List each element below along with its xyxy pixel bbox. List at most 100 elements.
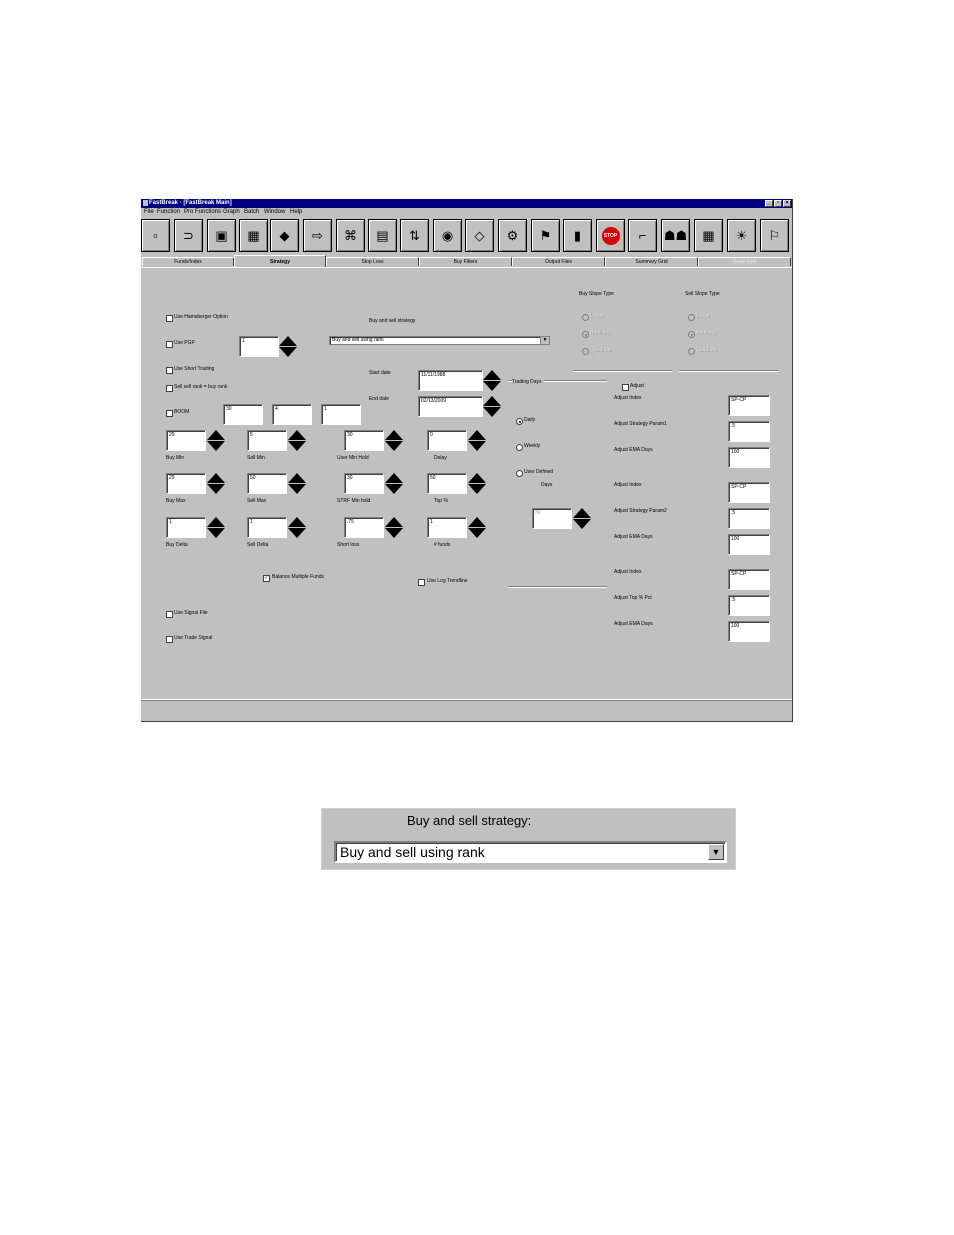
- sell-slope-radio-nonlinear[interactable]: [688, 331, 695, 338]
- tab-output-files[interactable]: Output Files: [512, 257, 605, 266]
- restore-button[interactable]: ▫: [774, 200, 782, 207]
- end-date-spinner[interactable]: [483, 396, 501, 417]
- boom-input-2[interactable]: 4: [272, 404, 312, 425]
- menu-pro-functions[interactable]: Pro Functions: [184, 208, 221, 217]
- new-toolbar-button[interactable]: ▫: [141, 219, 170, 252]
- menu-function[interactable]: Function: [157, 208, 180, 217]
- buy-max-input[interactable]: 29: [166, 473, 206, 494]
- open-toolbar-button[interactable]: ⊃: [174, 219, 203, 252]
- buy-slope-radio-linear[interactable]: [582, 314, 589, 321]
- menu-window[interactable]: Window: [264, 208, 285, 217]
- sell-rank-checkbox[interactable]: [166, 385, 173, 392]
- adjust-row-input[interactable]: 100: [728, 534, 770, 555]
- adjust-row-input[interactable]: 100: [728, 621, 770, 642]
- boom-input-3[interactable]: 1: [321, 404, 361, 425]
- adjust-row-input[interactable]: SP-CP: [728, 395, 770, 416]
- image-toolbar-button[interactable]: ▦: [239, 219, 268, 252]
- weekly-radio[interactable]: [516, 444, 523, 451]
- start-date-spinner[interactable]: [483, 370, 501, 391]
- pgp-spinner[interactable]: [279, 336, 297, 357]
- boom-input-1[interactable]: 30: [223, 404, 263, 425]
- gear-toolbar-button[interactable]: ⚙: [498, 219, 527, 252]
- user-defined-radio[interactable]: [516, 470, 523, 477]
- short-loss-spinner[interactable]: [385, 517, 403, 538]
- hamsberger-checkbox[interactable]: [166, 315, 173, 322]
- funds-input[interactable]: 1: [427, 517, 467, 538]
- sell-min-spinner[interactable]: [288, 430, 306, 451]
- sell-delta-spinner[interactable]: [288, 517, 306, 538]
- menu-file[interactable]: File: [144, 208, 154, 217]
- stop-toolbar-button[interactable]: STOP: [596, 219, 625, 252]
- start-date-input[interactable]: 11/11/1988: [418, 370, 483, 391]
- tab-buy-filters[interactable]: Buy Filters: [419, 257, 512, 266]
- sell-slope-radio-quadratic[interactable]: [688, 348, 695, 355]
- tab-funds-index[interactable]: Funds/Index: [142, 257, 234, 266]
- network-toolbar-button[interactable]: ⌘: [336, 219, 365, 252]
- save-toolbar-button[interactable]: ▣: [207, 219, 236, 252]
- color-wheel-toolbar-button[interactable]: ◉: [433, 219, 462, 252]
- buy-min-input[interactable]: 29: [166, 430, 206, 451]
- balance-checkbox[interactable]: ✓: [263, 575, 270, 582]
- bar-chart-toolbar-button[interactable]: ▮: [563, 219, 592, 252]
- exit-toolbar-button[interactable]: ⚐: [760, 219, 789, 252]
- buy-max-spinner[interactable]: [207, 473, 225, 494]
- strategy-select[interactable]: Buy and sell using rank ▼: [329, 336, 550, 345]
- people-toolbar-button[interactable]: ☗☗: [661, 219, 690, 252]
- pgp-checkbox[interactable]: [166, 341, 173, 348]
- sell-min-input[interactable]: 5: [247, 430, 287, 451]
- adjust-row-input[interactable]: 100: [728, 447, 770, 468]
- adjust-row-input[interactable]: .5: [728, 421, 770, 442]
- adjust-row-input[interactable]: SP-CP: [728, 482, 770, 503]
- strf-min-hold-input[interactable]: 30: [344, 473, 384, 494]
- delay-input[interactable]: 0: [427, 430, 467, 451]
- menu-batch[interactable]: Batch: [244, 208, 259, 217]
- boom-checkbox[interactable]: [166, 410, 173, 417]
- adjust-checkbox[interactable]: [622, 384, 629, 391]
- end-date-input[interactable]: 02/13/2009: [418, 396, 483, 417]
- diamond-toolbar-button[interactable]: ◇: [465, 219, 494, 252]
- user-min-hold-spinner[interactable]: [385, 430, 403, 451]
- days-spinner[interactable]: [573, 508, 591, 529]
- short-loss-input[interactable]: .75: [344, 517, 384, 538]
- sell-slope-radio-linear[interactable]: [688, 314, 695, 321]
- buy-slope-radio-nonlinear[interactable]: [582, 331, 589, 338]
- tab-stop-loss[interactable]: Stop Loss: [326, 257, 419, 266]
- delay-spinner[interactable]: [468, 430, 486, 451]
- export-toolbar-button[interactable]: ⇨: [303, 219, 332, 252]
- buy-min-spinner[interactable]: [207, 430, 225, 451]
- strategy-zoom-select[interactable]: Buy and sell using rank ▼: [334, 841, 727, 863]
- top-spinner[interactable]: [468, 473, 486, 494]
- trade-signal-checkbox[interactable]: [166, 636, 173, 643]
- tab-detail-grid[interactable]: Detail Grid: [698, 257, 791, 266]
- bulb-toolbar-button[interactable]: ☀: [727, 219, 756, 252]
- user-min-hold-input[interactable]: 30: [344, 430, 384, 451]
- tab-summary-grid[interactable]: Summary Grid: [605, 257, 698, 266]
- signal-file-checkbox[interactable]: [166, 611, 173, 618]
- minimize-button[interactable]: _: [765, 200, 773, 207]
- faucet-toolbar-button[interactable]: ⌐: [628, 219, 657, 252]
- sort-toolbar-button[interactable]: ⇅: [400, 219, 429, 252]
- buy-delta-spinner[interactable]: [207, 517, 225, 538]
- sell-max-input[interactable]: 50: [247, 473, 287, 494]
- book-toolbar-button[interactable]: ▤: [368, 219, 397, 252]
- adjust-row-input[interactable]: SP-CP: [728, 569, 770, 590]
- menu-graph[interactable]: Graph: [223, 208, 240, 217]
- chevron-down-icon[interactable]: ▼: [540, 337, 549, 344]
- days-input[interactable]: 30: [532, 508, 572, 529]
- top-input[interactable]: 50: [427, 473, 467, 494]
- flag-toolbar-button[interactable]: ⚑: [531, 219, 560, 252]
- pgp-input[interactable]: 1: [239, 336, 279, 357]
- menu-help[interactable]: Help: [290, 208, 302, 217]
- adjust-row-input[interactable]: .5: [728, 595, 770, 616]
- log-trendline-checkbox[interactable]: [418, 579, 425, 586]
- tab-strategy[interactable]: Strategy: [234, 255, 326, 267]
- strf-min-hold-spinner[interactable]: [385, 473, 403, 494]
- buy-slope-radio-quadratic[interactable]: [582, 348, 589, 355]
- adjust-row-input[interactable]: .5: [728, 508, 770, 529]
- close-button[interactable]: ×: [783, 200, 791, 207]
- grid-toolbar-button[interactable]: ▦: [694, 219, 723, 252]
- eraser-toolbar-button[interactable]: ◆: [270, 219, 299, 252]
- sell-max-spinner[interactable]: [288, 473, 306, 494]
- chevron-down-icon[interactable]: ▼: [708, 844, 724, 860]
- buy-delta-input[interactable]: 1: [166, 517, 206, 538]
